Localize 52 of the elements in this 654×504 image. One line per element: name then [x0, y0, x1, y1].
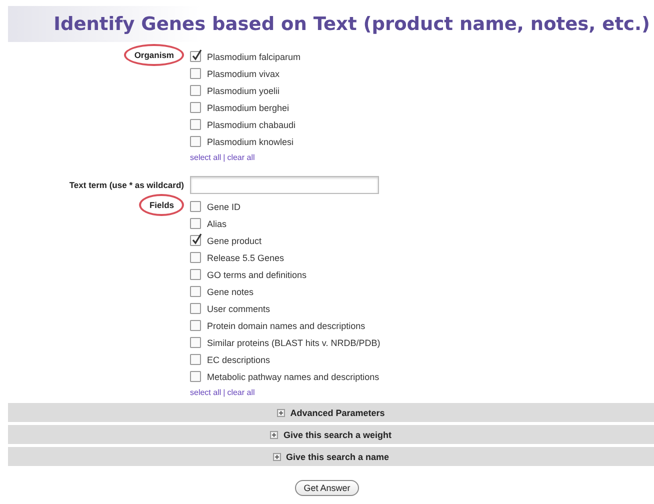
checkbox[interactable]	[190, 269, 201, 280]
checkbox[interactable]	[190, 337, 201, 348]
checkbox[interactable]	[190, 303, 201, 314]
checkbox[interactable]	[190, 235, 201, 246]
section-header[interactable]: Advanced Parameters	[8, 403, 654, 422]
section-title: Give this search a weight	[283, 430, 392, 440]
option-label: EC descriptions	[207, 354, 270, 364]
page-title: Identify Genes based on Text (product name, notes, etc.)	[54, 14, 650, 34]
option-label: Metabolic pathway names and descriptions	[207, 372, 380, 382]
checkbox[interactable]	[190, 68, 201, 79]
checkbox[interactable]	[190, 51, 201, 62]
option-label: Similar proteins (BLAST hits v. NRDB/PDB)	[207, 338, 380, 348]
checkbox[interactable]	[190, 252, 201, 263]
section-header[interactable]: Give this search a weight	[8, 425, 654, 444]
checkbox[interactable]	[190, 371, 201, 382]
option-label: Plasmodium chabaudi	[207, 120, 296, 130]
option-label: Gene notes	[207, 286, 254, 296]
option-label: Release 5.5 Genes	[207, 252, 284, 262]
option-label: Gene product	[207, 236, 262, 246]
option-label: Plasmodium vivax	[207, 68, 280, 78]
organism-label: Organism	[124, 44, 184, 66]
fields-label: Fields	[139, 194, 184, 216]
link-separator: |	[223, 388, 226, 396]
section-title: Give this search a name	[286, 452, 390, 462]
checkbox[interactable]	[190, 136, 201, 147]
option-label: User comments	[207, 304, 270, 314]
checkbox[interactable]	[190, 218, 201, 229]
checkbox[interactable]	[190, 85, 201, 96]
option-label: GO terms and definitions	[207, 270, 307, 280]
clear-all-link[interactable]: clear all	[227, 152, 255, 162]
checkbox[interactable]	[190, 102, 201, 113]
clear-all-link[interactable]: clear all	[227, 388, 255, 396]
text-term-label: Text term (use * as wildcard)	[69, 180, 184, 190]
link-separator: |	[223, 152, 226, 162]
checkbox[interactable]	[190, 201, 201, 212]
option-label: Plasmodium knowlesi	[207, 136, 294, 146]
option-label: Plasmodium berghei	[207, 102, 290, 112]
checkbox[interactable]	[190, 286, 201, 297]
option-label: Gene ID	[207, 202, 241, 212]
option-label: Plasmodium yoelii	[207, 86, 280, 96]
section-title: Advanced Parameters	[290, 408, 385, 418]
option-label: Protein domain names and descriptions	[207, 320, 366, 330]
select-all-link[interactable]: select all	[190, 388, 222, 396]
option-label: Alias	[207, 218, 227, 228]
section-header[interactable]: Give this search a name	[8, 447, 654, 466]
checkbox[interactable]	[190, 320, 201, 331]
get-answer-button[interactable]: Get Answer	[294, 480, 360, 496]
checkbox[interactable]	[190, 119, 201, 130]
text-term-field[interactable]	[190, 176, 379, 194]
checkbox[interactable]	[190, 354, 201, 365]
select-all-link[interactable]: select all	[190, 152, 222, 162]
option-label: Plasmodium falciparum	[207, 52, 301, 62]
